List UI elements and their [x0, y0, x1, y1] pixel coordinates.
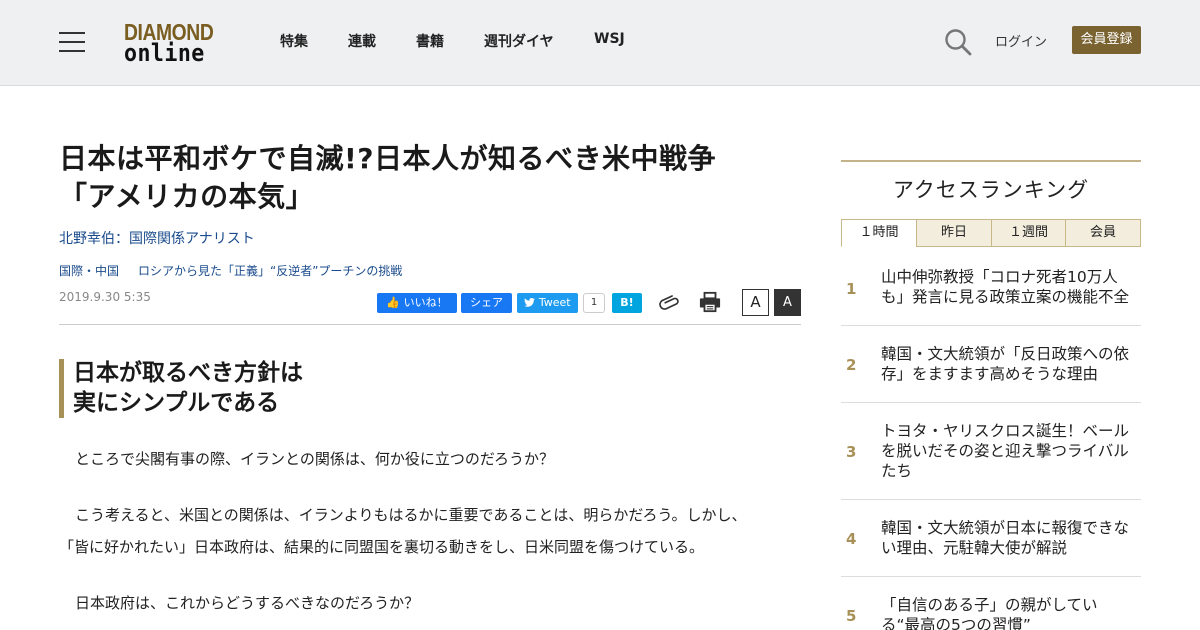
facebook-like-button[interactable]: 👍 いいね！	[377, 293, 457, 313]
menu-bar	[59, 50, 85, 52]
ranking-headline-line: る“最高の5つの習慣”	[881, 616, 1031, 630]
subheading-line: 日本が取るべき方針は	[73, 360, 303, 386]
nav-item-books[interactable]: 書籍	[416, 31, 444, 51]
nav-item-wsj[interactable]: WSJ	[594, 31, 625, 47]
article-paragraph: こう考えると、米国との関係は、イランよりもはるかに重要であることは、明らかだろう…	[75, 506, 747, 524]
tab-yesterday[interactable]: 昨日	[916, 219, 992, 247]
rank-number: 1	[846, 280, 857, 298]
rank-number: 4	[846, 530, 857, 548]
article-subheading: 日本が取るべき方針は 実にシンプルである	[73, 358, 303, 418]
nav-item-weekly-diamond[interactable]: 週刊ダイヤ	[484, 31, 554, 51]
category-link[interactable]: 国際・中国	[59, 262, 119, 279]
ranking-item[interactable]: 1 山中伸弥教授「コロナ死者10万人 も」発言に見る政策立案の機能不全	[841, 262, 1141, 326]
ranking-title: アクセスランキング	[892, 178, 1090, 202]
twitter-bird-icon	[524, 298, 536, 307]
divider	[59, 324, 801, 325]
ranking-headline: トヨタ・ヤリスクロス誕生！ベール を脱いだその姿と迎え撃つライバル たち	[881, 421, 1139, 481]
facebook-share-button[interactable]: シェア	[461, 293, 512, 313]
article-paragraph: ところで尖閣有事の際、イランとの関係は、何か役に立つのだろうか？	[75, 450, 554, 468]
tweet-button[interactable]: Tweet	[517, 293, 578, 313]
rank-number: 5	[846, 607, 857, 625]
tab-1-week[interactable]: １週間	[991, 219, 1066, 247]
print-icon[interactable]	[699, 291, 721, 313]
tab-1-hour[interactable]: １時間	[841, 219, 917, 247]
font-size-large-button[interactable]: A	[774, 289, 801, 316]
thumbs-up-icon: 👍	[386, 296, 401, 309]
hatena-bookmark-button[interactable]: B!	[612, 293, 642, 313]
login-link[interactable]: ログイン	[995, 31, 1047, 50]
ranking-headline-line: を脱いだその姿と迎え撃つライバル	[881, 442, 1129, 460]
site-logo[interactable]: DIAMOND online	[124, 20, 228, 66]
rank-number: 2	[846, 356, 857, 374]
menu-bar	[59, 32, 85, 34]
article-title: 日本は平和ボケで自滅!?日本人が知るべき米中戦争 「アメリカの本気」	[59, 140, 769, 216]
tab-members[interactable]: 会員	[1065, 219, 1141, 247]
ranking-headline-line: 「自信のある子」の親がしてい	[881, 596, 1098, 614]
search-icon[interactable]	[944, 28, 972, 56]
ranking-top-rule	[841, 160, 1141, 162]
ranking-headline-line: トヨタ・ヤリスクロス誕生！ベール	[881, 422, 1130, 440]
tweet-count: 1	[583, 293, 605, 313]
ranking-headline-line: 韓国・文大統領が日本に報復できな	[881, 519, 1130, 537]
ranking-headline-line: 存」をますます高めそうな理由	[881, 365, 1099, 383]
ranking-item[interactable]: 4 韓国・文大統領が日本に報復できな い理由、元駐韓大使が解説	[841, 500, 1141, 577]
ranking-item[interactable]: 2 韓国・文大統領が「反日政策への依 存」をますます高めそうな理由	[841, 326, 1141, 403]
rank-number: 3	[846, 443, 857, 461]
ranking-item[interactable]: 3 トヨタ・ヤリスクロス誕生！ベール を脱いだその姿と迎え撃つライバル たち	[841, 403, 1141, 500]
paperclip-icon[interactable]	[659, 292, 681, 314]
series-link[interactable]: ロシアから見た「正義」“反逆者”プーチンの挑戦	[138, 262, 402, 279]
ranking-headline: 「自信のある子」の親がしてい る“最高の5つの習慣”	[881, 595, 1139, 630]
ranking-headline-line: い理由、元駐韓大使が解説	[881, 539, 1068, 557]
ranking-headline-line: たち	[881, 462, 913, 480]
site-header: DIAMOND online 特集 連載 書籍 週刊ダイヤ WSJ ログイン 会…	[0, 0, 1200, 86]
subheading-accent-bar	[59, 359, 64, 418]
ranking-headline: 韓国・文大統領が日本に報復できな い理由、元駐韓大使が解説	[881, 518, 1139, 558]
subheading-line: 実にシンプルである	[73, 390, 280, 416]
ranking-headline-line: も」発言に見る政策立案の機能不全	[881, 288, 1130, 306]
menu-bar	[59, 41, 85, 43]
ranking-headline-line: 韓国・文大統領が「反日政策への依	[881, 345, 1130, 363]
ranking-headline: 韓国・文大統領が「反日政策への依 存」をますます高めそうな理由	[881, 344, 1139, 384]
tweet-label: Tweet	[538, 296, 571, 309]
nav-item-series[interactable]: 連載	[348, 31, 376, 51]
article-title-line: 「アメリカの本気」	[59, 180, 315, 213]
font-size-small-button[interactable]: A	[742, 289, 769, 316]
logo-wordmark-bottom: online	[124, 39, 205, 67]
publish-date: 2019.9.30 5:35	[59, 290, 151, 304]
author-link[interactable]: 北野幸伯：国際関係アナリスト	[59, 228, 255, 248]
ranking-headline: 山中伸弥教授「コロナ死者10万人 も」発言に見る政策立案の機能不全	[881, 267, 1139, 307]
article-paragraph: 「皆に好かれたい」日本政府は、結果的に同盟国を裏切る動きをし、日米同盟を傷つけて…	[59, 538, 705, 556]
nav-item-features[interactable]: 特集	[280, 31, 308, 51]
article-title-line: 日本は平和ボケで自滅!?日本人が知るべき米中戦争	[59, 142, 717, 175]
ranking-headline-line: 山中伸弥教授「コロナ死者10万人	[881, 268, 1118, 286]
article-paragraph: 日本政府は、これからどうするべきなのだろうか？	[75, 594, 420, 612]
hamburger-menu-icon[interactable]	[59, 32, 85, 52]
ranking-item[interactable]: 5 「自信のある子」の親がしてい る“最高の5つの習慣”	[841, 577, 1141, 630]
facebook-like-label: いいね！	[403, 296, 448, 309]
register-button[interactable]: 会員登録	[1072, 26, 1141, 54]
